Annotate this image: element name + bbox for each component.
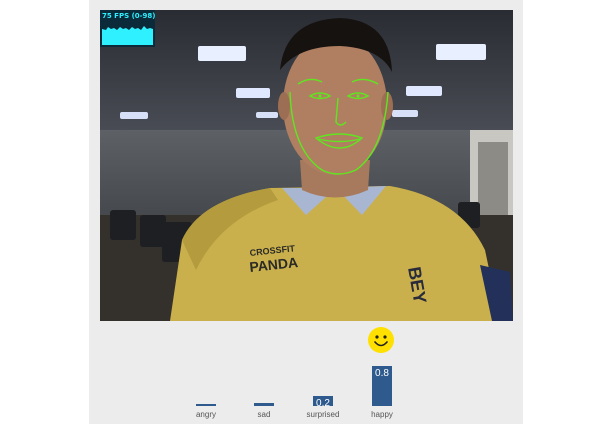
fps-label: 75 FPS (0-98) (102, 12, 156, 20)
webcam-frame: PANDA CROSSFIT BEY (100, 10, 513, 321)
smiley-face-icon (367, 326, 395, 354)
fps-graph (102, 26, 153, 45)
bar-value-surprised: 0.2 (316, 398, 330, 409)
fps-meter: 75 FPS (0-98) (100, 10, 155, 47)
bar-label-surprised: surprised (306, 410, 340, 419)
bar-happy: 0.8 (372, 366, 392, 406)
bar-label-happy: happy (371, 410, 393, 419)
bar-label-sad: sad (257, 410, 271, 419)
bar-sad (254, 403, 274, 406)
bar-value-happy: 0.8 (375, 368, 389, 379)
webcam-video: PANDA CROSSFIT BEY (100, 10, 513, 321)
bar-surprised: 0.2 (313, 396, 333, 409)
bar-label-angry: angry (195, 410, 216, 419)
bar-angry (196, 404, 216, 406)
